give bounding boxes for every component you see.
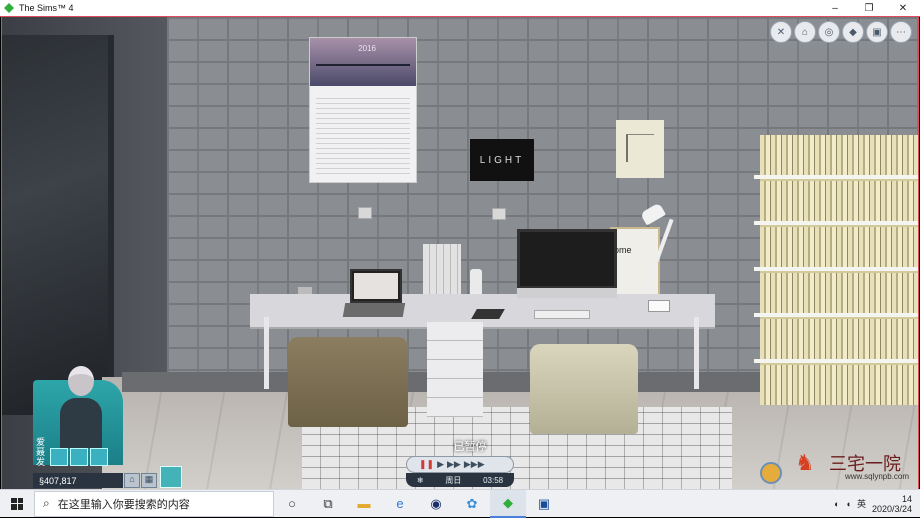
- ultra-speed-button[interactable]: ▶▶▶: [464, 459, 485, 470]
- edge-icon[interactable]: e: [382, 490, 418, 518]
- game-viewport[interactable]: 2016 LIGHT ome ✕ ⌂ ◎ ◆ ▣ ⋯: [1, 17, 919, 489]
- keyboard: [534, 310, 590, 319]
- title-bar: The Sims™ 4 – ❐ ✕: [0, 0, 920, 17]
- sim-portrait[interactable]: [58, 366, 108, 452]
- calendar-year: 2016: [358, 44, 376, 53]
- weather-icon: ❄: [416, 475, 424, 485]
- game-clock: ❄ 周日 03:58: [406, 473, 514, 487]
- household-sim-thumbnail[interactable]: [160, 466, 182, 488]
- game-time: 03:58: [483, 475, 504, 485]
- chair-right[interactable]: [530, 344, 638, 434]
- needs-icon[interactable]: [70, 448, 88, 466]
- desktop-computer[interactable]: [517, 229, 617, 298]
- day-label: 周日: [445, 475, 462, 485]
- windows-taskbar: ⌕ 在这里输入你要搜索的内容 ○ ⧉ ▬ e ◉ ✿ ◆ ▣ ◐ ◖ 英 14 …: [0, 489, 920, 518]
- search-placeholder: 在这里输入你要搜索的内容: [57, 498, 190, 511]
- maximize-button[interactable]: ❐: [852, 0, 886, 17]
- paused-status: 已暂停: [453, 441, 487, 453]
- windows-logo-icon: [11, 497, 23, 510]
- pause-button[interactable]: ❚❚: [419, 459, 434, 470]
- minimize-button[interactable]: –: [818, 0, 852, 17]
- glass-window: [2, 35, 114, 415]
- app-icon[interactable]: ✿: [454, 490, 490, 518]
- chair-left[interactable]: [288, 337, 408, 427]
- wall-outlet: [358, 207, 372, 219]
- app-window: The Sims™ 4 – ❐ ✕ 2016 LIGHT ome ✕ ⌂ ◎ ◆…: [0, 0, 920, 518]
- system-tray: ◐ ◖ 英 14 2020/3/24: [834, 494, 920, 514]
- top-right-controls: ✕ ⌂ ◎ ◆ ▣ ⋯: [770, 21, 912, 43]
- network-icon[interactable]: ◐: [834, 499, 839, 509]
- tools-icon[interactable]: ✕: [770, 21, 792, 43]
- origin-icon[interactable]: ▣: [526, 490, 562, 518]
- gallery-icon[interactable]: ▣: [866, 21, 888, 43]
- speaker-box: [648, 300, 670, 312]
- skills-icon[interactable]: [90, 448, 108, 466]
- build-icon[interactable]: ⌂: [794, 21, 816, 43]
- site-watermark: ♞ 三宅一院 www.sqlynpb.com: [795, 450, 913, 486]
- more-icon[interactable]: ⋯: [890, 21, 912, 43]
- binders[interactable]: [423, 244, 461, 298]
- ime-indicator[interactable]: 英: [857, 497, 866, 510]
- close-button[interactable]: ✕: [886, 0, 920, 17]
- file-explorer-icon[interactable]: ▬: [346, 490, 382, 518]
- sim-actions: [50, 448, 108, 466]
- fast-forward-button[interactable]: ▶▶: [447, 459, 461, 470]
- cortana-icon[interactable]: ○: [274, 490, 310, 518]
- task-view-icon[interactable]: ⧉: [310, 490, 346, 518]
- sims-plumbob-icon: [4, 3, 14, 13]
- volume-icon[interactable]: ◖: [846, 499, 851, 509]
- rooster-logo-icon: ♞: [795, 450, 815, 475]
- search-icon: ⌕: [43, 496, 50, 510]
- tablet: [471, 309, 505, 319]
- triangle-icon[interactable]: ◆: [842, 21, 864, 43]
- calendar-icon[interactable]: ▦: [141, 473, 157, 488]
- camera-icon[interactable]: ◎: [818, 21, 840, 43]
- notifications-icon[interactable]: [760, 462, 782, 484]
- taskbar-search[interactable]: ⌕ 在这里输入你要搜索的内容: [34, 490, 274, 517]
- light-sign[interactable]: LIGHT: [470, 139, 534, 181]
- drawer-unit[interactable]: [427, 322, 483, 417]
- calendar-poster[interactable]: 2016: [309, 37, 417, 183]
- household-funds[interactable]: §407,817: [33, 473, 123, 488]
- play-button[interactable]: ▶: [437, 459, 444, 470]
- speed-controls: ❚❚ ▶ ▶▶ ▶▶▶: [406, 456, 514, 473]
- window-title: The Sims™ 4: [19, 3, 74, 13]
- taskbar-clock[interactable]: 14 2020/3/24: [872, 494, 912, 514]
- home-icon[interactable]: ⌂: [124, 473, 140, 488]
- bookshelf[interactable]: [754, 135, 918, 405]
- start-button[interactable]: [0, 490, 34, 518]
- vase[interactable]: [470, 269, 482, 297]
- emotion-icon[interactable]: [50, 448, 68, 466]
- wall-note[interactable]: [616, 120, 664, 178]
- media-app-icon[interactable]: ◉: [418, 490, 454, 518]
- sims4-taskbar-icon[interactable]: ◆: [490, 489, 526, 518]
- wall-outlet: [492, 208, 506, 220]
- laptop[interactable]: [350, 269, 402, 303]
